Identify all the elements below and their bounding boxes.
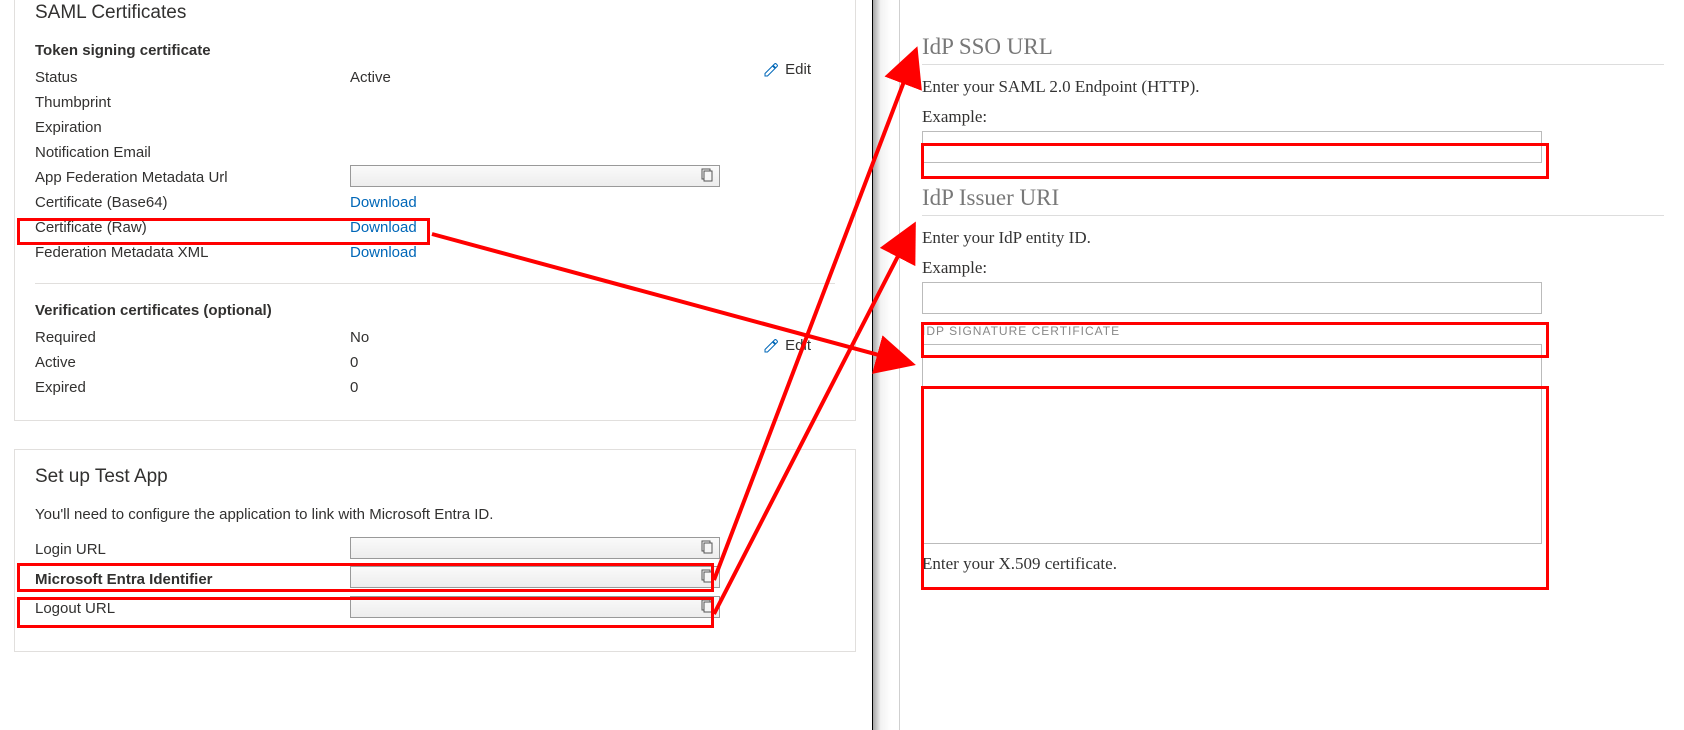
- expired-value: 0: [350, 379, 358, 396]
- status-label: Status: [35, 69, 350, 86]
- expiration-row: Expiration: [35, 115, 835, 140]
- verification-title: Verification certificates (optional): [35, 302, 835, 319]
- copy-icon[interactable]: [699, 598, 715, 614]
- idp-signature-textarea[interactable]: [922, 344, 1542, 544]
- saml-certificates-heading: SAML Certificates: [35, 2, 835, 24]
- pencil-icon: [763, 62, 779, 78]
- idp-sso-url-example-label: Example:: [922, 107, 1664, 127]
- expiration-label: Expiration: [35, 119, 350, 136]
- expired-label: Expired: [35, 379, 350, 396]
- idp-issuer-example-label: Example:: [922, 258, 1664, 278]
- cert-base64-download-link[interactable]: Download: [350, 194, 417, 211]
- login-url-row: Login URL: [35, 537, 835, 562]
- pencil-icon: [763, 338, 779, 354]
- thumbprint-row: Thumbprint: [35, 90, 835, 115]
- app-fed-metadata-url-row: App Federation Metadata Url: [35, 165, 835, 190]
- fed-metadata-xml-download-link[interactable]: Download: [350, 244, 417, 261]
- expired-row: Expired 0: [35, 375, 835, 400]
- edit-label: Edit: [785, 337, 811, 354]
- cert-raw-label: Certificate (Raw): [35, 219, 350, 236]
- idp-sso-url-input[interactable]: [922, 131, 1542, 163]
- edit-token-signing-button[interactable]: Edit: [763, 61, 811, 78]
- setup-heading: Set up Test App: [35, 466, 835, 488]
- cert-base64-row: Certificate (Base64) Download: [35, 190, 835, 215]
- idp-issuer-input[interactable]: [922, 282, 1542, 314]
- destination-form: IdP SSO URL Enter your SAML 2.0 Endpoint…: [900, 0, 1684, 730]
- idp-issuer-section: IdP Issuer URI Enter your IdP entity ID.…: [922, 185, 1664, 314]
- copy-icon[interactable]: [699, 167, 715, 183]
- active-row: Active 0: [35, 350, 835, 375]
- cert-raw-row: Certificate (Raw) Download: [35, 215, 835, 240]
- required-row: Required No: [35, 325, 835, 350]
- entra-identifier-row: Microsoft Entra Identifier: [35, 562, 835, 596]
- setup-app-card: Set up Test App You'll need to configure…: [14, 449, 856, 652]
- azure-panel: SAML Certificates Edit Token signing cer…: [0, 0, 870, 680]
- fed-metadata-xml-row: Federation Metadata XML Download: [35, 240, 835, 265]
- active-value: 0: [350, 354, 358, 371]
- notification-email-label: Notification Email: [35, 144, 350, 161]
- app-fed-metadata-url-label: App Federation Metadata Url: [35, 169, 350, 186]
- idp-signature-help: Enter your X.509 certificate.: [922, 554, 1664, 574]
- idp-signature-label: IDP SIGNATURE CERTIFICATE: [922, 324, 1664, 338]
- setup-description: You'll need to configure the application…: [35, 506, 835, 523]
- copy-icon[interactable]: [699, 539, 715, 555]
- edit-label: Edit: [785, 61, 811, 78]
- cert-raw-download-link[interactable]: Download: [350, 219, 417, 236]
- idp-sso-url-heading: IdP SSO URL: [922, 34, 1664, 65]
- entra-identifier-label: Microsoft Entra Identifier: [35, 571, 350, 588]
- active-label: Active: [35, 354, 350, 371]
- notification-email-row: Notification Email: [35, 140, 835, 165]
- edit-verification-button[interactable]: Edit: [763, 337, 811, 354]
- status-value: Active: [350, 69, 391, 86]
- idp-sso-url-help: Enter your SAML 2.0 Endpoint (HTTP).: [922, 77, 1664, 97]
- login-url-label: Login URL: [35, 541, 350, 558]
- token-signing-title: Token signing certificate: [35, 42, 835, 59]
- thumbprint-label: Thumbprint: [35, 94, 350, 111]
- saml-certificates-card: SAML Certificates Edit Token signing cer…: [14, 0, 856, 421]
- section-divider: [35, 283, 835, 284]
- idp-issuer-help: Enter your IdP entity ID.: [922, 228, 1664, 248]
- page-divider: [872, 0, 900, 730]
- entra-identifier-field[interactable]: [350, 566, 720, 588]
- idp-signature-section: IDP SIGNATURE CERTIFICATE Enter your X.5…: [922, 324, 1664, 574]
- cert-base64-label: Certificate (Base64): [35, 194, 350, 211]
- required-value: No: [350, 329, 369, 346]
- idp-sso-url-section: IdP SSO URL Enter your SAML 2.0 Endpoint…: [922, 34, 1664, 163]
- logout-url-row: Logout URL: [35, 596, 835, 621]
- required-label: Required: [35, 329, 350, 346]
- status-row: Status Active: [35, 65, 835, 90]
- app-fed-metadata-url-field[interactable]: [350, 165, 720, 187]
- logout-url-label: Logout URL: [35, 600, 350, 617]
- login-url-field[interactable]: [350, 537, 720, 559]
- idp-issuer-heading: IdP Issuer URI: [922, 185, 1664, 216]
- fed-metadata-xml-label: Federation Metadata XML: [35, 244, 350, 261]
- copy-icon[interactable]: [699, 568, 715, 584]
- logout-url-field[interactable]: [350, 596, 720, 618]
